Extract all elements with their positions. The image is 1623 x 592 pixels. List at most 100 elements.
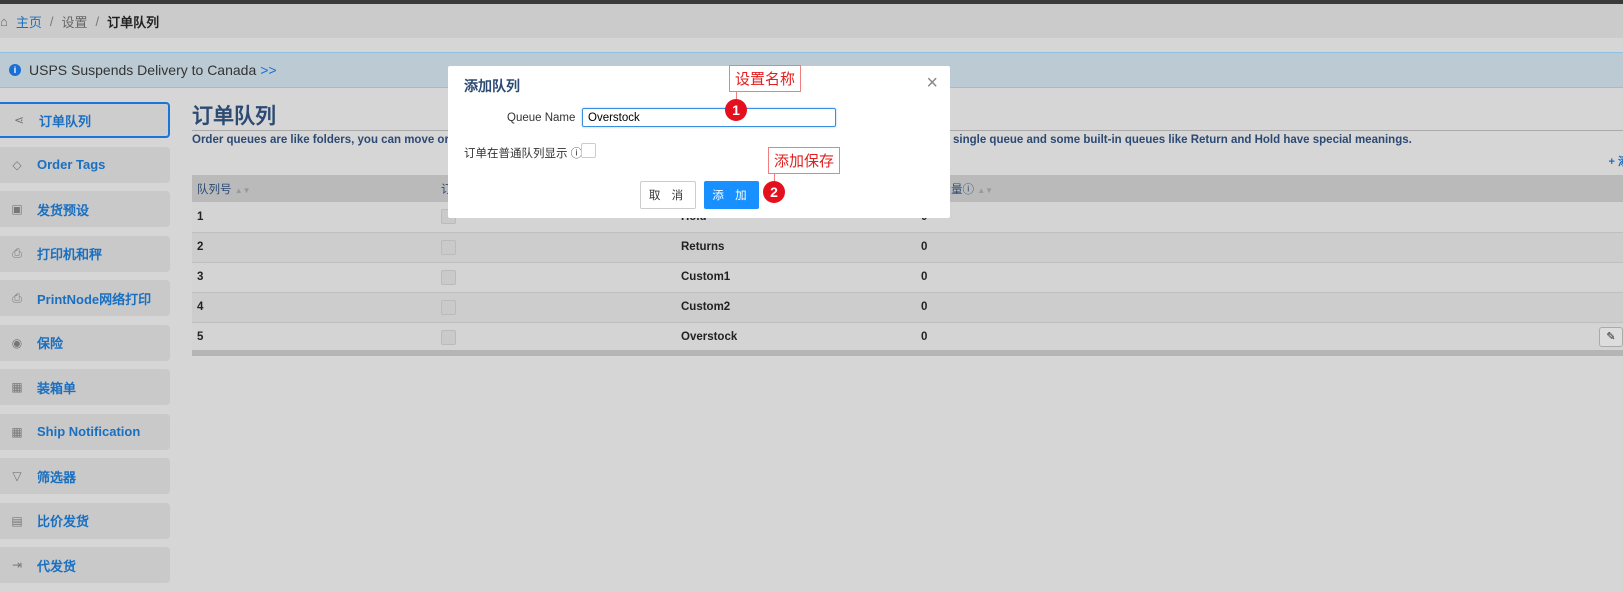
sidebar-item[interactable]: ⋖ 订单队列	[0, 102, 170, 138]
breadcrumb-settings[interactable]: 设置	[62, 12, 88, 31]
add-button[interactable]: 添 加	[704, 181, 759, 209]
queue-name: Custom2	[676, 292, 916, 323]
annotation-note-2: 添加保存	[768, 147, 841, 174]
cancel-button[interactable]: 取 消	[640, 181, 696, 209]
count-value: 0	[921, 331, 928, 343]
sidebar-item[interactable]: ⎙ PrintNode网络打印	[0, 280, 170, 316]
show-checkbox[interactable]	[441, 239, 456, 255]
printer-icon: ⎙	[12, 246, 22, 260]
tag-icon: ◇	[12, 157, 22, 172]
sidebar-item[interactable]: ◇ Order Tags	[0, 146, 170, 183]
column-id[interactable]: 队列号 ▲▼	[192, 175, 436, 202]
queue-count: 0	[916, 232, 1623, 263]
count-value: 0	[921, 271, 928, 283]
sidebar-item[interactable]: ◉ 保险	[0, 324, 170, 361]
sidebar-item-label: 订单队列	[39, 113, 92, 129]
show-cell	[436, 292, 676, 323]
description-right: single queue and some built-in queues li…	[953, 134, 1412, 146]
count-value: 0	[921, 241, 928, 253]
sidebar-item-label: Ship Notification	[37, 424, 141, 439]
exit-icon: ⇥	[11, 558, 23, 572]
description-left: Order queues are like folders, you can m…	[192, 134, 463, 146]
queue-name: Overstock	[676, 322, 916, 353]
show-in-queue-label: 订单在普通队列显示 ⓘ	[464, 145, 582, 161]
filter-icon: ▽	[12, 469, 22, 483]
queue-name: Returns	[676, 232, 916, 263]
add-queue-dialog: 添加队列 × Queue Name 订单在普通队列显示 ⓘ 取 消 添 加	[448, 66, 950, 218]
column-id-label: 队列号	[197, 183, 232, 196]
eye-icon: ◉	[11, 335, 23, 350]
sort-icon[interactable]: ▲▼	[235, 186, 251, 195]
show-cell	[436, 232, 676, 263]
sidebar-item-label: 比价发货	[37, 514, 90, 529]
column-count[interactable]: 量ⓘ ▲▼	[916, 175, 1623, 202]
queue-name: Custom1	[676, 262, 916, 293]
sidebar-item[interactable]: ▽ 筛选器	[0, 458, 170, 494]
annotation-badge-2: 2	[763, 181, 785, 203]
grid-icon: ▦	[11, 380, 23, 394]
table-scrollbar[interactable]	[192, 350, 1623, 356]
sidebar-item[interactable]: ▦ Ship Notification	[0, 413, 170, 450]
table-row: 3 Custom1 0	[192, 262, 1623, 293]
show-cell	[436, 262, 676, 293]
sidebar-item-label: 发货预设	[37, 202, 90, 218]
close-icon[interactable]: ×	[926, 72, 938, 95]
breadcrumb: ⌂ 主页 / 设置 / 订单队列	[0, 4, 1623, 38]
sidebar: ⋖ 订单队列 ◇ Order Tags ▣ 发货预设 ⎙ 打印机和秤 ⎙ PrintNode网络打…	[0, 102, 170, 592]
annotation-note-1: 设置名称	[729, 65, 802, 92]
queue-count: 0 ✎	[916, 322, 1623, 353]
sidebar-item-label: Order Tags	[37, 157, 106, 172]
sidebar-item[interactable]: ▦ 装箱单	[0, 369, 170, 405]
queue-id: 4	[192, 292, 436, 323]
table-row: 5 Overstock 0 ✎	[192, 322, 1623, 353]
queue-count: 0	[916, 202, 1623, 233]
breadcrumb-separator: /	[95, 13, 100, 29]
dialog-title: 添加队列	[464, 78, 520, 94]
breadcrumb-home[interactable]: 主页	[16, 12, 42, 31]
sidebar-item-label: 保险	[37, 336, 64, 351]
count-value: 0	[921, 301, 928, 313]
home-icon[interactable]: ⌂	[0, 14, 8, 29]
banner-text: USPS Suspends Delivery to Canada	[29, 62, 257, 78]
sidebar-item[interactable]: ▤ 比价发货	[0, 502, 170, 539]
grid-icon: ▦	[11, 424, 23, 439]
sort-icon[interactable]: ▲▼	[977, 186, 993, 195]
show-checkbox[interactable]	[441, 269, 456, 285]
queue-id: 1	[192, 202, 436, 233]
sidebar-item-label: 打印机和秤	[37, 247, 103, 262]
sidebar-item-label: 筛选器	[37, 469, 77, 485]
show-cell	[436, 322, 676, 353]
sidebar-item[interactable]: ▣ 发货预设	[0, 191, 170, 227]
edit-icon[interactable]: ✎	[1599, 326, 1623, 347]
breadcrumb-separator: /	[49, 13, 54, 29]
breadcrumb-current: 订单队列	[107, 14, 160, 30]
queue-name-input[interactable]	[582, 108, 836, 127]
show-checkbox[interactable]	[441, 299, 456, 315]
show-in-queue-text: 订单在普通队列显示	[464, 148, 568, 160]
sidebar-item-label: 代发货	[37, 558, 77, 574]
sidebar-item-label: PrintNode网络打印	[37, 291, 152, 307]
show-checkbox[interactable]	[441, 329, 456, 345]
share-icon: ⋖	[13, 113, 25, 127]
annotation-badge-1: 1	[725, 99, 747, 121]
queue-count: 0	[916, 292, 1623, 323]
table-row: 4 Custom2 0	[192, 292, 1623, 323]
store-icon: ▤	[11, 513, 23, 528]
sidebar-item[interactable]: ⎙ 打印机和秤	[0, 235, 170, 272]
table-row: 2 Returns 0	[192, 232, 1623, 263]
show-in-queue-checkbox[interactable]	[581, 143, 596, 158]
queue-id: 3	[192, 262, 436, 293]
sidebar-item[interactable]: ⇥ 代发货	[0, 547, 170, 583]
preset-icon: ▣	[11, 202, 23, 216]
info-icon: i	[9, 64, 21, 76]
banner-more-link[interactable]: >>	[260, 62, 276, 78]
help-icon: ⓘ	[962, 183, 975, 196]
queue-name-label: Queue Name	[507, 112, 576, 124]
queue-id: 5	[192, 322, 436, 353]
printer-icon: ⎙	[12, 290, 22, 305]
queue-id: 2	[192, 232, 436, 263]
add-queue-link[interactable]: + 添	[1609, 153, 1623, 169]
column-count-label: 量	[951, 183, 963, 196]
queue-count: 0	[916, 262, 1623, 293]
sidebar-item-label: 装箱单	[37, 380, 77, 396]
